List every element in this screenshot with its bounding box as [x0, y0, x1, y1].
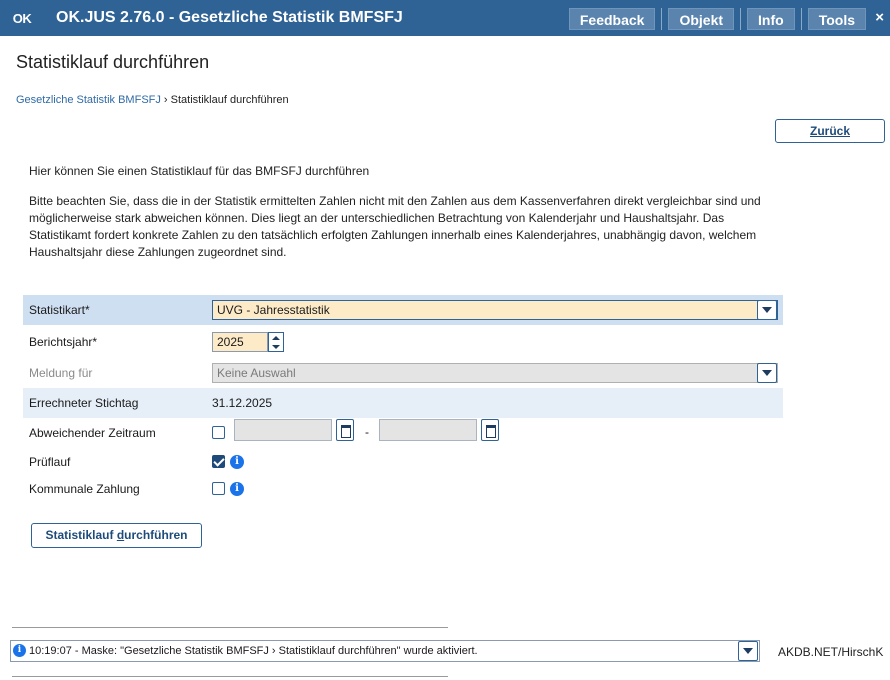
app-title: OK.JUS 2.76.0 - Gesetzliche Statistik BM… — [56, 9, 403, 26]
status-divider — [12, 676, 448, 677]
breadcrumb-separator: › — [160, 94, 171, 106]
notice-text: Bitte beachten Sie, dass die in der Stat… — [29, 194, 761, 259]
top-menu: Feedback Objekt Info Tools — [568, 8, 866, 30]
status-message: 10:19:07 - Maske: "Gesetzliche Statistik… — [29, 645, 478, 657]
zeitraum-label: Abweichender Zeitraum — [29, 426, 156, 440]
stichtag-value: 31.12.2025 — [212, 396, 273, 410]
row-berichtsjahr: Berichtsjahr* 2025 — [23, 327, 783, 357]
row-pruflauf: Prüflauf i — [23, 447, 783, 477]
page-title: Statistiklauf durchführen — [16, 52, 210, 72]
meldung-label: Meldung für — [29, 366, 93, 380]
pruflauf-checkbox[interactable] — [212, 455, 225, 468]
run-statistics-button[interactable]: Statistiklauf durchführen — [31, 523, 202, 548]
row-stichtag: Errechneter Stichtag 31.12.2025 — [23, 388, 783, 418]
info-icon: i — [13, 644, 26, 657]
row-meldung: Meldung für Keine Auswahl — [23, 358, 783, 388]
close-icon[interactable]: × — [875, 9, 884, 26]
meldung-select: Keine Auswahl — [212, 363, 778, 383]
back-button[interactable]: Zurück — [775, 119, 885, 143]
date-from-field — [234, 419, 332, 441]
status-divider — [12, 627, 448, 628]
run-label-pre: Statistiklauf — [45, 528, 117, 542]
chevron-down-icon[interactable] — [757, 300, 777, 320]
zeitraum-checkbox[interactable] — [212, 426, 225, 439]
year-stepper[interactable] — [268, 332, 284, 352]
row-kommunal: Kommunale Zahlung i — [23, 474, 783, 504]
calendar-icon[interactable] — [336, 419, 354, 441]
objekt-button[interactable]: Objekt — [668, 8, 735, 30]
status-message-field: i 10:19:07 - Maske: "Gesetzliche Statist… — [10, 640, 760, 662]
berichtsjahr-input[interactable]: 2025 — [212, 332, 268, 352]
row-zeitraum: Abweichender Zeitraum - — [23, 418, 783, 448]
breadcrumb-current: Statistiklauf durchführen — [170, 94, 289, 106]
date-to-field — [379, 419, 477, 441]
intro-text: Hier können Sie einen Statistiklauf für … — [29, 164, 370, 178]
menu-separator — [661, 8, 663, 30]
breadcrumb: Gesetzliche Statistik BMFSFJ › Statistik… — [16, 94, 289, 106]
title-bar: OK OK.JUS 2.76.0 - Gesetzliche Statistik… — [0, 0, 890, 36]
menu-separator — [740, 8, 742, 30]
pruflauf-label: Prüflauf — [29, 455, 71, 469]
menu-separator — [800, 8, 802, 30]
statistikart-value: UVG - Jahresstatistik — [217, 303, 330, 317]
stepper-down-icon[interactable] — [269, 342, 283, 351]
stichtag-label: Errechneter Stichtag — [29, 396, 139, 410]
tools-button[interactable]: Tools — [807, 8, 866, 30]
kommunal-label: Kommunale Zahlung — [29, 482, 140, 496]
app-window: OK OK.JUS 2.76.0 - Gesetzliche Statistik… — [0, 0, 890, 680]
run-label-post: urchführen — [124, 528, 188, 542]
info-icon[interactable]: i — [230, 482, 244, 496]
statistikart-label: Statistikart* — [29, 303, 90, 317]
kommunal-checkbox[interactable] — [212, 482, 225, 495]
info-button[interactable]: Info — [747, 8, 795, 30]
statistikart-select[interactable]: UVG - Jahresstatistik — [212, 300, 778, 320]
meldung-value: Keine Auswahl — [217, 366, 296, 380]
chevron-down-icon[interactable] — [738, 641, 758, 661]
app-logo: OK — [12, 10, 32, 26]
row-statistikart: Statistikart* UVG - Jahresstatistik — [23, 295, 783, 325]
berichtsjahr-label: Berichtsjahr* — [29, 335, 98, 349]
date-separator: - — [365, 425, 369, 439]
info-icon[interactable]: i — [230, 455, 244, 469]
calendar-icon[interactable] — [481, 419, 499, 441]
feedback-button[interactable]: Feedback — [568, 8, 656, 30]
breadcrumb-link[interactable]: Gesetzliche Statistik BMFSFJ — [16, 94, 161, 106]
user-label: AKDB.NET/HirschK — [778, 645, 884, 659]
stepper-up-icon[interactable] — [269, 333, 283, 342]
chevron-down-icon — [757, 363, 777, 383]
